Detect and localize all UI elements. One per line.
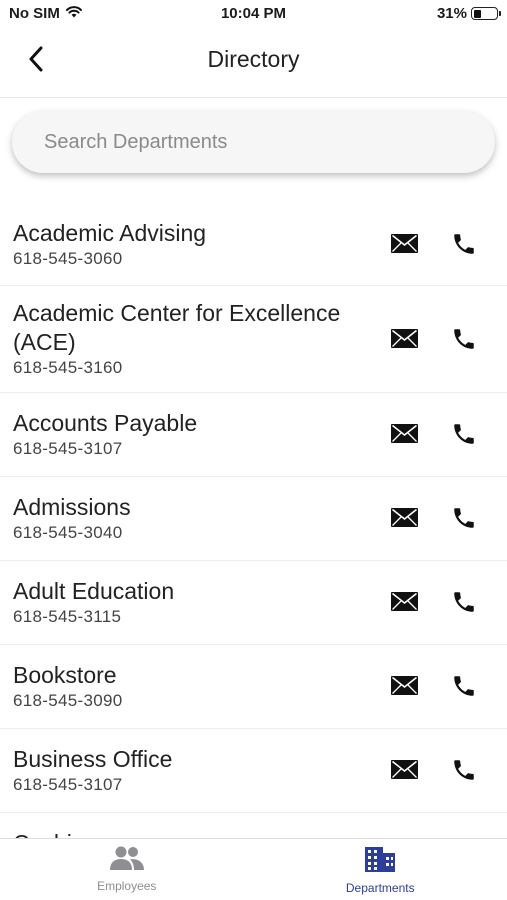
department-row[interactable]: Academic Advising 618-545-3060 [0, 203, 507, 286]
email-button[interactable] [389, 673, 419, 703]
mail-icon [390, 329, 418, 353]
row-actions [389, 673, 479, 703]
call-button[interactable] [449, 231, 479, 261]
mail-icon [390, 234, 418, 258]
phone-icon [451, 673, 477, 704]
department-phone: 618-545-3090 [13, 691, 123, 710]
department-info: Admissions [13, 493, 363, 522]
department-row[interactable]: Cashier [0, 813, 507, 838]
department-phone: 618-545-3115 [13, 607, 122, 626]
battery-fill [473, 9, 481, 18]
row-actions [389, 757, 479, 787]
department-row[interactable]: Business Office 618-545-3107 [0, 729, 507, 813]
department-name: Academic Advising [13, 220, 207, 246]
tab-departments[interactable]: Departments [254, 839, 507, 900]
mail-icon [390, 760, 418, 784]
row-actions [389, 421, 479, 451]
row-actions [389, 505, 479, 535]
department-row[interactable]: Accounts Payable 618-545-3107 [0, 393, 507, 477]
tab-employees[interactable]: Employees [0, 839, 254, 900]
call-button[interactable] [449, 757, 479, 787]
nav-bar: Directory [0, 28, 507, 98]
call-button[interactable] [449, 589, 479, 619]
department-row[interactable]: Admissions 618-545-3040 [0, 477, 507, 561]
department-name: Admissions [13, 494, 131, 520]
phone-icon [451, 231, 477, 262]
department-phone: 618-545-3060 [13, 249, 123, 268]
mail-icon [390, 676, 418, 700]
phone-icon [451, 421, 477, 452]
department-info: Bookstore [13, 661, 363, 690]
people-icon [108, 845, 146, 876]
department-row[interactable]: Adult Education 618-545-3115 [0, 561, 507, 645]
department-phone: 618-545-3160 [13, 358, 123, 377]
row-actions [389, 326, 479, 356]
search-bar [12, 111, 495, 173]
call-button[interactable] [449, 326, 479, 356]
tab-label: Departments [345, 881, 415, 895]
building-icon [363, 845, 397, 878]
call-button[interactable] [449, 505, 479, 535]
tab-bar: Employees Departments [0, 838, 507, 900]
row-actions [389, 589, 479, 619]
status-time: 10:04 PM [220, 5, 287, 22]
department-name: Accounts Payable [13, 410, 198, 436]
battery-percent: 31% [436, 5, 467, 22]
department-name: Adult Education [13, 578, 175, 604]
phone-icon [451, 757, 477, 788]
battery-icon [471, 7, 501, 20]
email-button[interactable] [389, 231, 419, 261]
department-info: Academic Advising [13, 219, 363, 248]
email-button[interactable] [389, 326, 419, 356]
department-name: Cashier [13, 829, 363, 838]
email-button[interactable] [389, 757, 419, 787]
page-title: Directory [207, 46, 300, 72]
department-phone: 618-545-3107 [13, 775, 123, 794]
department-phone: 618-545-3040 [13, 523, 123, 542]
mail-icon [390, 592, 418, 616]
department-name: Bookstore [13, 662, 117, 688]
phone-icon [451, 505, 477, 536]
status-bar: No SIM 10:04 PM 31% [0, 0, 507, 28]
department-row[interactable]: Academic Center for Excellence (ACE) 618-… [0, 286, 507, 393]
email-button[interactable] [389, 505, 419, 535]
department-info: Adult Education [13, 577, 363, 606]
email-button[interactable] [389, 589, 419, 619]
call-button[interactable] [449, 673, 479, 703]
department-info: Academic Center for Excellence (ACE) [13, 299, 363, 357]
search-input[interactable] [12, 111, 495, 173]
tab-label: Employees [97, 879, 157, 893]
status-right: 31% [436, 5, 501, 22]
department-info: Cashier [13, 829, 363, 838]
department-name: Academic Center for Excellence (ACE) [13, 300, 341, 355]
department-info: Accounts Payable [13, 409, 363, 438]
row-actions [389, 231, 479, 261]
mail-icon [390, 424, 418, 448]
department-phone: 618-545-3107 [13, 439, 123, 458]
department-name: Business Office [13, 746, 173, 772]
email-button[interactable] [389, 421, 419, 451]
department-info: Business Office [13, 745, 363, 774]
department-row[interactable]: Bookstore 618-545-3090 [0, 645, 507, 729]
phone-icon [451, 326, 477, 357]
call-button[interactable] [449, 421, 479, 451]
mail-icon [390, 508, 418, 532]
department-list: Academic Advising 618-545-3060 Academic Ce… [0, 203, 507, 838]
phone-icon [451, 589, 477, 620]
